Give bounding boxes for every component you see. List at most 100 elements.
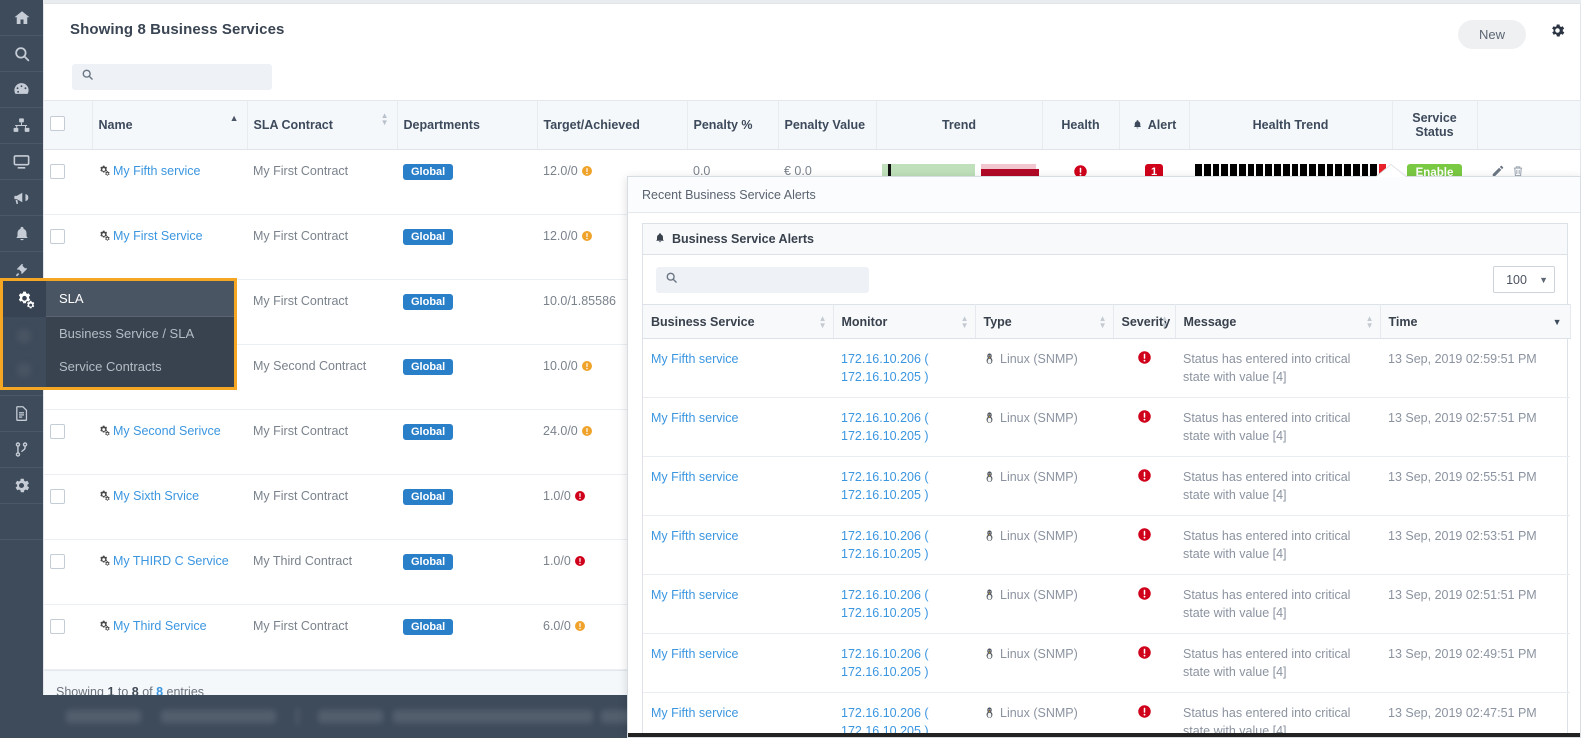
alerts-col-monitor[interactable]: Monitor ▲ ▼ [833, 304, 976, 339]
alert-cell-monitor[interactable]: 172.16.10.206 ( 172.16.10.205 ) [833, 338, 975, 398]
alert-row[interactable]: My Fifth service 172.16.10.206 ( 172.16.1… [643, 692, 1570, 737]
alert-monitor-link[interactable]: 172.16.10.206 ( 172.16.10.205 ) [841, 411, 929, 443]
alert-row[interactable]: My Fifth service 172.16.10.206 ( 172.16.1… [643, 338, 1570, 398]
sidebar-item-home[interactable] [0, 0, 43, 36]
cell-select[interactable] [44, 539, 92, 605]
alerts-col-business-service[interactable]: Business Service ▲ ▼ [643, 304, 834, 339]
sidebar-item-topology[interactable] [0, 108, 43, 144]
sidebar-item-settings[interactable] [0, 468, 43, 504]
alert-service-link[interactable]: My Fifth service [651, 588, 739, 602]
alert-cell-monitor[interactable]: 172.16.10.206 ( 172.16.10.205 ) [833, 574, 975, 634]
alert-row[interactable]: My Fifth service 172.16.10.206 ( 172.16.1… [643, 397, 1570, 457]
sort-both-icon: ▲ ▼ [960, 314, 969, 330]
alerts-search-input[interactable] [685, 272, 855, 287]
col-health[interactable]: Health [1042, 100, 1120, 150]
select-all-header[interactable] [44, 100, 93, 150]
select-all-checkbox[interactable] [50, 116, 65, 131]
search-box[interactable] [72, 64, 272, 90]
panel-settings-gear-icon[interactable] [1549, 22, 1566, 44]
alert-row[interactable]: My Fifth service 172.16.10.206 ( 172.16.1… [643, 456, 1570, 516]
alert-row[interactable]: My Fifth service 172.16.10.206 ( 172.16.1… [643, 515, 1570, 575]
alert-cell-time: 13 Sep, 2019 02:49:51 PM [1380, 633, 1570, 693]
col-departments[interactable]: Departments [397, 100, 538, 150]
row-checkbox[interactable] [50, 619, 65, 634]
alert-monitor-link[interactable]: 172.16.10.206 ( 172.16.10.205 ) [841, 352, 929, 384]
row-checkbox[interactable] [50, 229, 65, 244]
col-name[interactable]: Name ▲ [92, 100, 248, 150]
sidebar-item-workflow[interactable] [0, 432, 43, 468]
cell-select[interactable] [44, 409, 92, 475]
row-checkbox[interactable] [50, 554, 65, 569]
col-health-trend[interactable]: Health Trend [1189, 100, 1393, 150]
service-name-link[interactable]: My Sixth Srvice [113, 489, 199, 503]
service-name-link[interactable]: My Second Serivce [113, 424, 221, 438]
cell-name[interactable]: My Sixth Srvice [92, 474, 247, 540]
cell-name[interactable]: My First Service [92, 214, 247, 280]
service-name-link[interactable]: My THIRD C Service [113, 554, 229, 568]
row-checkbox[interactable] [50, 424, 65, 439]
col-service-status[interactable]: Service Status [1392, 100, 1478, 150]
alerts-col-time[interactable]: Time ▼ [1380, 304, 1571, 339]
cell-name[interactable]: My Second Serivce [92, 409, 247, 475]
alert-service-link[interactable]: My Fifth service [651, 529, 739, 543]
alerts-search-box[interactable] [656, 266, 869, 293]
alert-cell-monitor[interactable]: 172.16.10.206 ( 172.16.10.205 ) [833, 692, 975, 737]
alerts-col-severity[interactable]: Severity ▲ ▼ [1113, 304, 1176, 339]
alert-monitor-link[interactable]: 172.16.10.206 ( 172.16.10.205 ) [841, 647, 929, 679]
alert-cell-business-service[interactable]: My Fifth service [643, 515, 833, 575]
page-length-select[interactable]: 100 ▼ [1493, 266, 1555, 293]
cell-select[interactable] [44, 214, 92, 280]
alert-row[interactable]: My Fifth service 172.16.10.206 ( 172.16.1… [643, 574, 1570, 634]
col-target-achieved[interactable]: Target/Achieved [537, 100, 688, 150]
cell-select[interactable] [44, 474, 92, 540]
sidebar-item-alerts[interactable] [0, 216, 43, 252]
row-checkbox[interactable] [50, 489, 65, 504]
cell-name[interactable]: My Third Service [92, 604, 247, 670]
search-input[interactable] [101, 70, 261, 84]
alert-row[interactable]: My Fifth service 172.16.10.206 ( 172.16.1… [643, 633, 1570, 693]
service-name-link[interactable]: My Third Service [113, 619, 207, 633]
cell-name[interactable]: My Fifth service [92, 149, 247, 215]
alert-cell-monitor[interactable]: 172.16.10.206 ( 172.16.10.205 ) [833, 633, 975, 693]
cell-name[interactable]: My THIRD C Service [92, 539, 247, 605]
alert-service-link[interactable]: My Fifth service [651, 470, 739, 484]
alert-cell-business-service[interactable]: My Fifth service [643, 397, 833, 457]
alerts-col-message[interactable]: Message ▲ ▼ [1175, 304, 1381, 339]
alerts-col-type[interactable]: Type ▲ ▼ [975, 304, 1114, 339]
alert-cell-business-service[interactable]: My Fifth service [643, 633, 833, 693]
sidebar-item-dashboard[interactable] [0, 72, 43, 108]
alert-service-link[interactable]: My Fifth service [651, 352, 739, 366]
sla-menu-item-service-contracts[interactable]: Service Contracts [46, 350, 234, 383]
row-checkbox[interactable] [50, 164, 65, 179]
cell-sla-contract: My First Contract [247, 214, 397, 280]
cell-select[interactable] [44, 604, 92, 670]
col-penalty-value[interactable]: Penalty Value [778, 100, 877, 150]
alert-monitor-link[interactable]: 172.16.10.206 ( 172.16.10.205 ) [841, 470, 929, 502]
alert-service-link[interactable]: My Fifth service [651, 411, 739, 425]
alert-cell-business-service[interactable]: My Fifth service [643, 692, 833, 737]
col-penalty-pct[interactable]: Penalty % [687, 100, 779, 150]
sla-menu-item-business-service[interactable]: Business Service / SLA [46, 317, 234, 350]
sidebar-item-reports[interactable] [0, 396, 43, 432]
alert-cell-monitor[interactable]: 172.16.10.206 ( 172.16.10.205 ) [833, 456, 975, 516]
alert-cell-monitor[interactable]: 172.16.10.206 ( 172.16.10.205 ) [833, 397, 975, 457]
col-sla-contract[interactable]: SLA Contract ▲ ▼ [247, 100, 398, 150]
alert-cell-business-service[interactable]: My Fifth service [643, 574, 833, 634]
col-alert[interactable]: Alert [1119, 100, 1190, 150]
alert-cell-business-service[interactable]: My Fifth service [643, 338, 833, 398]
col-trend[interactable]: Trend [876, 100, 1043, 150]
alert-cell-type: Linux (SNMP) [975, 692, 1113, 737]
sidebar-item-monitor[interactable] [0, 144, 43, 180]
alert-monitor-link[interactable]: 172.16.10.206 ( 172.16.10.205 ) [841, 529, 929, 561]
alert-monitor-link[interactable]: 172.16.10.206 ( 172.16.10.205 ) [841, 588, 929, 620]
alert-cell-business-service[interactable]: My Fifth service [643, 456, 833, 516]
sidebar-item-search[interactable] [0, 36, 43, 72]
service-name-link[interactable]: My First Service [113, 229, 203, 243]
alert-cell-monitor[interactable]: 172.16.10.206 ( 172.16.10.205 ) [833, 515, 975, 575]
alert-service-link[interactable]: My Fifth service [651, 647, 739, 661]
service-name-link[interactable]: My Fifth service [113, 164, 201, 178]
new-button[interactable]: New [1457, 20, 1526, 49]
cell-select[interactable] [44, 149, 92, 215]
sidebar-item-announcement[interactable] [0, 180, 43, 216]
alert-service-link[interactable]: My Fifth service [651, 706, 739, 720]
